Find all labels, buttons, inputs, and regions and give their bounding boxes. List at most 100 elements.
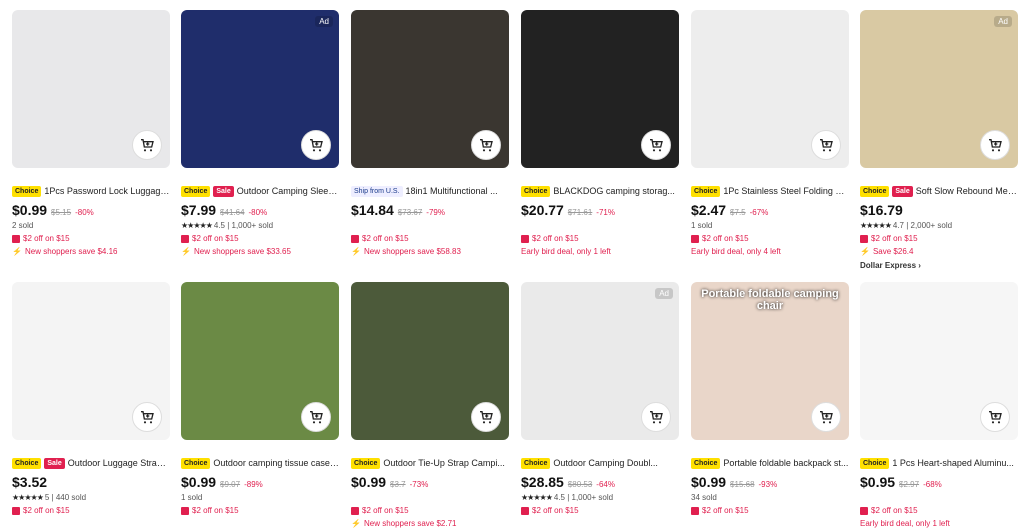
product-card[interactable]: Choice Sale Outdoor Luggage Strap ... $3.52… xyxy=(12,282,170,516)
sales-info: 4.5 | 1,000+ sold xyxy=(213,221,274,230)
sales-info: 1 sold xyxy=(181,493,203,502)
badge-sale: Sale xyxy=(213,185,234,197)
product-price: $0.99 xyxy=(181,474,217,490)
add-to-cart-icon[interactable] xyxy=(132,130,162,160)
discount-percent: -73% xyxy=(409,480,429,489)
product-card[interactable]: Ad Choice Sale Soft Slow Rebound Mem... $16.… xyxy=(860,10,1018,270)
badge-choice: Choice xyxy=(12,457,42,469)
product-title[interactable]: BLACKDOG camping storag... xyxy=(553,186,675,196)
product-title[interactable]: 1Pcs Password Lock Luggage... xyxy=(44,186,170,196)
product-title[interactable]: Outdoor camping tissue case ... xyxy=(213,458,339,468)
product-image[interactable] xyxy=(691,10,849,168)
product-image[interactable] xyxy=(12,282,170,440)
promo-text: Early bird deal, only 1 left xyxy=(521,247,611,256)
product-price: $28.85 xyxy=(521,474,564,490)
add-to-cart-icon[interactable] xyxy=(641,402,671,432)
original-price: $7.5 xyxy=(730,208,746,217)
product-card[interactable]: Ad Choice Outdoor Camping Doubl... $28.85 $8… xyxy=(521,282,679,516)
discount-percent: -79% xyxy=(426,208,445,217)
product-card[interactable]: Ad Choice Sale Outdoor Camping Sleepi... $7.… xyxy=(181,10,339,257)
add-to-cart-icon[interactable] xyxy=(471,130,501,160)
badge-choice: Choice xyxy=(860,457,890,469)
add-to-cart-icon[interactable] xyxy=(471,402,501,432)
coupon-icon xyxy=(351,506,359,515)
coupon-text: $2 off on $15 xyxy=(871,234,918,243)
badge-choice: Choice xyxy=(351,457,381,469)
ad-label: Ad xyxy=(994,16,1012,27)
coupon-text: $2 off on $15 xyxy=(532,234,579,243)
original-price: $73.67 xyxy=(397,208,423,217)
add-to-cart-icon[interactable] xyxy=(641,130,671,160)
rating-stars-icon: ★★★★★ xyxy=(181,221,213,230)
add-to-cart-icon[interactable] xyxy=(301,130,331,160)
image-overlay-text: Portable foldable camping chair xyxy=(701,288,839,312)
store-link[interactable]: Dollar Express › xyxy=(860,261,1018,270)
add-to-cart-icon[interactable] xyxy=(132,402,162,432)
product-image[interactable] xyxy=(181,282,339,440)
badge-choice: Choice xyxy=(691,185,721,197)
coupon-icon xyxy=(181,234,189,243)
coupon-text: $2 off on $15 xyxy=(702,234,749,243)
product-price: $0.99 xyxy=(12,202,48,218)
product-title[interactable]: Outdoor Camping Doubl... xyxy=(553,458,658,468)
product-card[interactable]: Choice 1Pcs Password Lock Luggage... $0.99… xyxy=(12,10,170,257)
product-title[interactable]: 1 Pcs Heart-shaped Aluminu... xyxy=(892,458,1014,468)
product-card[interactable]: Choice Outdoor camping tissue case ... $0.… xyxy=(181,282,339,516)
add-to-cart-icon[interactable] xyxy=(980,130,1010,160)
sales-info: 2 sold xyxy=(12,221,34,230)
coupon-icon xyxy=(351,234,359,243)
product-image[interactable] xyxy=(351,10,509,168)
product-card[interactable]: Choice 1Pc Stainless Steel Folding H... $2… xyxy=(691,10,849,257)
rating-stars-icon: ★★★★★ xyxy=(860,221,892,230)
product-image[interactable] xyxy=(351,282,509,440)
product-image[interactable] xyxy=(860,282,1018,440)
product-image[interactable]: Ad xyxy=(181,10,339,168)
add-to-cart-icon[interactable] xyxy=(811,130,841,160)
promo-text: Early bird deal, only 1 left xyxy=(860,519,950,528)
product-price: $14.84 xyxy=(351,202,394,218)
product-image[interactable]: Ad xyxy=(521,282,679,440)
product-title[interactable]: Outdoor Camping Sleepi... xyxy=(237,186,339,196)
bolt-icon: ⚡ xyxy=(181,247,191,256)
sales-info: 4.7 | 2,000+ sold xyxy=(892,221,953,230)
add-to-cart-icon[interactable] xyxy=(811,402,841,432)
promo-text: New shoppers save $33.65 xyxy=(193,247,291,256)
product-title[interactable]: Portable foldable backpack st... xyxy=(723,458,848,468)
sales-info: 1 sold xyxy=(691,221,713,230)
coupon-icon xyxy=(12,234,20,243)
badge-choice: Choice xyxy=(860,185,890,197)
product-image[interactable]: Ad xyxy=(860,10,1018,168)
coupon-icon xyxy=(12,506,20,515)
discount-percent: -67% xyxy=(749,208,769,217)
coupon-icon xyxy=(521,234,529,243)
product-card[interactable]: Choice BLACKDOG camping storag... $20.77 $7… xyxy=(521,10,679,257)
add-to-cart-icon[interactable] xyxy=(301,402,331,432)
discount-percent: -64% xyxy=(596,480,615,489)
product-title[interactable]: Soft Slow Rebound Mem... xyxy=(916,186,1018,196)
product-image[interactable] xyxy=(12,10,170,168)
discount-percent: -68% xyxy=(923,480,942,489)
product-title[interactable]: 18in1 Multifunctional ... xyxy=(406,186,498,196)
product-price: $20.77 xyxy=(521,202,564,218)
badge-sale: Sale xyxy=(44,457,65,469)
product-card[interactable]: Portable foldable camping chair Choice Por… xyxy=(691,282,849,516)
original-price: $41.64 xyxy=(220,208,245,217)
add-to-cart-icon[interactable] xyxy=(980,402,1010,432)
product-title[interactable]: Outdoor Luggage Strap ... xyxy=(68,458,170,468)
badge-sale: Sale xyxy=(892,185,913,197)
product-card[interactable]: Choice 1 Pcs Heart-shaped Aluminu... $0.95… xyxy=(860,282,1018,529)
product-grid: Choice 1Pcs Password Lock Luggage... $0.99… xyxy=(0,0,1024,528)
product-card[interactable]: Ship from U.S. 18in1 Multifunctional ... $… xyxy=(351,10,509,257)
product-image[interactable] xyxy=(521,10,679,168)
badge-choice: Choice xyxy=(521,185,551,197)
badge-choice: Choice xyxy=(691,457,721,469)
product-card[interactable]: Choice Outdoor Tie-Up Strap Campi... $0.99… xyxy=(351,282,509,529)
coupon-icon xyxy=(860,234,868,243)
product-title[interactable]: Outdoor Tie-Up Strap Campi... xyxy=(383,458,505,468)
coupon-text: $2 off on $15 xyxy=(362,234,409,243)
product-price: $7.99 xyxy=(181,202,217,218)
bolt-icon: ⚡ xyxy=(12,247,22,256)
promo-text: New shoppers save $2.71 xyxy=(363,519,457,528)
product-image[interactable]: Portable foldable camping chair xyxy=(691,282,849,440)
product-title[interactable]: 1Pc Stainless Steel Folding H... xyxy=(723,186,849,196)
